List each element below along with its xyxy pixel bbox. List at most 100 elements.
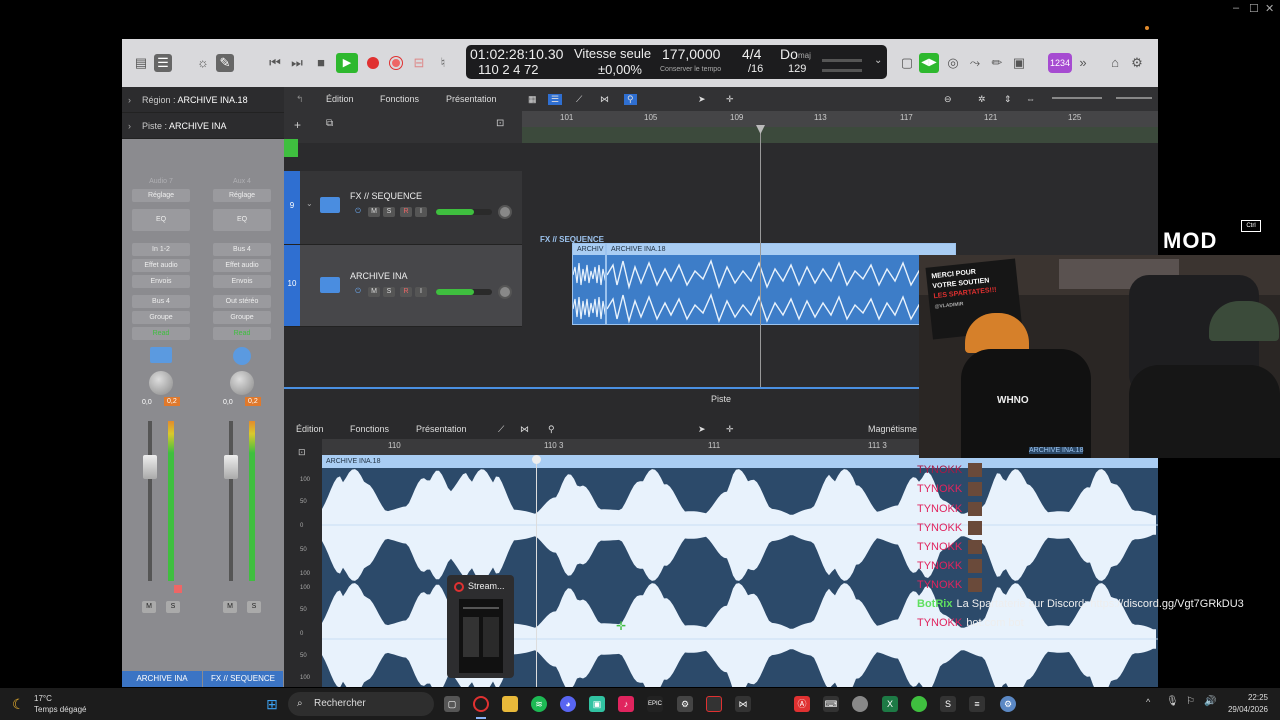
eq-slot[interactable]: EQ: [132, 209, 190, 231]
stereo-icon[interactable]: [150, 347, 172, 363]
pointer-tool-icon[interactable]: ➤: [698, 94, 706, 105]
pan-knob[interactable]: [230, 371, 254, 395]
spotify-icon[interactable]: ≋: [531, 696, 547, 712]
catch-icon[interactable]: ⚲: [548, 424, 555, 435]
sends-slot[interactable]: Envois: [213, 275, 271, 288]
automation-icon[interactable]: ⟋: [576, 94, 582, 105]
task-view-icon[interactable]: ▢: [444, 696, 460, 712]
audio-region[interactable]: ARCHIV: [572, 243, 606, 325]
flex-icon[interactable]: ⋈: [600, 94, 609, 105]
app-shield-icon[interactable]: [852, 696, 868, 712]
menu-edit[interactable]: Édition: [296, 424, 324, 434]
track-volume-slider[interactable]: [436, 209, 492, 215]
pointer-tool-icon[interactable]: ➤: [698, 424, 706, 435]
track-volume-slider[interactable]: [436, 289, 492, 295]
search-box[interactable]: ⌕ Rechercher: [288, 692, 434, 716]
track-header-9[interactable]: 9 ⌄ FX // SEQUENCE ⏻ M S R I: [284, 171, 522, 245]
microphone-icon[interactable]: 🎙: [1166, 696, 1179, 707]
record-enable-button[interactable]: R: [400, 207, 412, 217]
vpn-icon[interactable]: [911, 696, 927, 712]
keyboard-icon[interactable]: ⌨: [823, 696, 839, 712]
opera-gx-icon[interactable]: [473, 696, 489, 712]
volume-fader-track[interactable]: [148, 421, 152, 581]
record-button[interactable]: [367, 57, 379, 69]
input-slot[interactable]: In 1-2: [132, 243, 190, 256]
sends-slot[interactable]: Envois: [132, 275, 190, 288]
menu-view[interactable]: Présentation: [446, 94, 497, 104]
replace-record-button[interactable]: [390, 57, 402, 69]
weather-desc[interactable]: Temps dégagé: [34, 705, 86, 714]
mono-icon[interactable]: [233, 347, 251, 365]
clock-date[interactable]: 29/04/2026: [1224, 705, 1268, 714]
smart-controls-icon[interactable]: ☼: [194, 54, 212, 72]
track-pan-knob[interactable]: [498, 205, 512, 219]
zoom-icon[interactable]: ⊖: [944, 94, 952, 105]
input-monitor-button[interactable]: I: [415, 287, 427, 297]
zoom-slider[interactable]: [1116, 97, 1152, 99]
volume-fader[interactable]: [224, 455, 238, 479]
editor-playhead-handle[interactable]: [532, 455, 541, 464]
mute-button[interactable]: M: [368, 207, 380, 217]
back-icon[interactable]: ↰: [296, 94, 304, 105]
snap-label[interactable]: Magnétisme: [868, 424, 917, 434]
tuner-icon[interactable]: ◎: [944, 54, 962, 72]
menu-functions[interactable]: Fonctions: [350, 424, 389, 434]
mute-button[interactable]: M: [142, 601, 156, 613]
zoom-slider[interactable]: [1052, 97, 1102, 99]
output-slot[interactable]: Bus 4: [132, 295, 190, 308]
cycle-icon[interactable]: ⤳: [966, 54, 984, 72]
forward-icon[interactable]: ⏭: [288, 54, 306, 72]
capcut-icon[interactable]: ⋈: [735, 696, 751, 712]
pencil-icon[interactable]: ✏: [988, 54, 1006, 72]
solo-button[interactable]: S: [166, 601, 180, 613]
loops-icon[interactable]: ⌂: [1106, 54, 1124, 72]
network-icon[interactable]: ⚐: [1186, 696, 1195, 707]
vertical-zoom-icon[interactable]: ⇕: [1004, 94, 1012, 105]
excel-icon[interactable]: X: [882, 696, 898, 712]
tiktok-icon[interactable]: ♪: [618, 696, 634, 712]
group-slot[interactable]: Groupe: [213, 311, 271, 324]
minimize-button[interactable]: –: [1233, 2, 1239, 14]
duplicate-track-icon[interactable]: ⧉: [326, 118, 333, 129]
cycle-lane[interactable]: [522, 127, 1158, 143]
horizontal-zoom-icon[interactable]: ⇔: [1026, 94, 1035, 104]
clock-time[interactable]: 22:25: [1224, 693, 1268, 702]
flex-icon[interactable]: ⋈: [520, 424, 529, 435]
solo-button[interactable]: S: [247, 601, 261, 613]
more-icon[interactable]: »: [1074, 54, 1092, 72]
menu-edit[interactable]: Édition: [326, 94, 354, 104]
audio-region[interactable]: ARCHIVE INA.18: [606, 243, 956, 325]
steam-icon[interactable]: ⚙: [677, 696, 693, 712]
mute-button[interactable]: M: [368, 287, 380, 297]
notepad-icon[interactable]: ▣: [1010, 54, 1028, 72]
browser-icon[interactable]: ⚙: [1128, 54, 1146, 72]
region-inspector-header[interactable]: › Région : ARCHIVE INA.18: [122, 87, 284, 113]
rewind-icon[interactable]: ⏮: [266, 54, 284, 72]
eq-slot[interactable]: EQ: [213, 209, 271, 231]
input-monitor-button[interactable]: I: [415, 207, 427, 217]
weather-moon-icon[interactable]: ☾: [12, 696, 25, 713]
maximize-button[interactable]: ☐: [1249, 2, 1259, 15]
group-slot[interactable]: Groupe: [132, 311, 190, 324]
catch-icon[interactable]: ⚲: [624, 94, 637, 105]
solo-button[interactable]: S: [383, 287, 395, 297]
play-button[interactable]: ▶: [336, 53, 358, 73]
add-tool-icon[interactable]: ✛: [726, 94, 734, 105]
mute-button[interactable]: M: [223, 601, 237, 613]
close-button[interactable]: ✕: [1265, 2, 1274, 15]
list-editors-icon[interactable]: ▢: [898, 54, 916, 72]
setting-button[interactable]: Réglage: [213, 189, 271, 202]
input-slot[interactable]: Bus 4: [213, 243, 271, 256]
automation-icon[interactable]: ⟋: [498, 424, 504, 435]
inspector-icon[interactable]: ☰: [154, 54, 172, 72]
screen-recorder-icon[interactable]: [706, 696, 722, 712]
list-icon[interactable]: ☰: [548, 94, 563, 105]
menu-functions[interactable]: Fonctions: [380, 94, 419, 104]
bar-ruler[interactable]: 101 105 109 113 117 121 125: [522, 111, 1158, 127]
menu-view[interactable]: Présentation: [416, 424, 467, 434]
disclosure-icon[interactable]: ⌄: [306, 199, 313, 208]
editor-playhead[interactable]: [536, 455, 537, 687]
track-header-10[interactable]: 10 ARCHIVE INA ⏻ M S R I: [284, 245, 522, 327]
pan-knob[interactable]: [149, 371, 173, 395]
grid-icon[interactable]: ▦: [528, 94, 537, 105]
